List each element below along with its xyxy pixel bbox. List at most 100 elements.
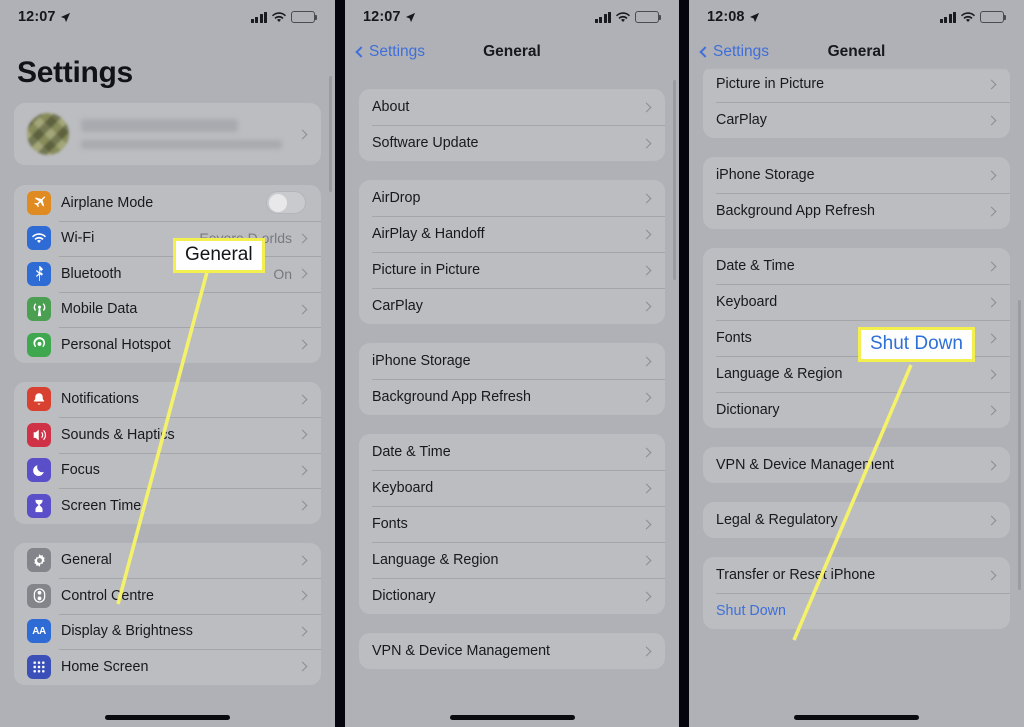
settings-row-background-app-refresh[interactable]: Background App Refresh	[703, 193, 1010, 229]
home-screen-icon	[27, 654, 51, 679]
chevron-right-icon	[986, 570, 997, 580]
chevron-right-icon	[641, 301, 652, 311]
settings-row-vpn-device-management[interactable]: VPN & Device Management	[703, 447, 1010, 483]
settings-row-dictionary[interactable]: Dictionary	[359, 578, 665, 614]
settings-row-airplane-mode[interactable]: Airplane Mode	[14, 185, 321, 221]
back-button[interactable]: Settings	[345, 43, 425, 61]
settings-row-legal-regulatory[interactable]: Legal & Regulatory	[703, 502, 1010, 538]
page-title: Settings	[17, 56, 133, 89]
settings-row-language-region[interactable]: Language & Region	[359, 542, 665, 578]
status-bar-time-group: 12:07	[18, 9, 71, 25]
settings-row-value: On	[273, 265, 292, 282]
callout-general: General	[173, 238, 265, 273]
settings-row-screen-time[interactable]: Screen Time	[14, 488, 321, 524]
settings-row-label: About	[372, 99, 410, 115]
settings-row-label: Fonts	[372, 516, 408, 532]
settings-group-locale: Date & Time Keyboard Fonts Language & Re…	[359, 434, 665, 614]
account-text-redacted	[81, 119, 299, 149]
chevron-right-icon	[641, 138, 652, 148]
settings-row-label: Shut Down	[716, 603, 786, 619]
settings-row-carplay[interactable]: CarPlay	[703, 102, 1010, 138]
settings-row-mobile-data[interactable]: Mobile Data	[14, 291, 321, 328]
status-bar-time-group: 12:08	[707, 9, 760, 25]
settings-row-dictionary[interactable]: Dictionary	[703, 392, 1010, 428]
settings-row-software-update[interactable]: Software Update	[359, 125, 665, 161]
settings-row-label: Screen Time	[61, 497, 142, 514]
settings-group-sharing: Picture in Picture CarPlay	[703, 66, 1010, 138]
settings-group-alerts: Notifications Sounds & Haptics Focus Scr…	[14, 381, 321, 524]
settings-row-label: Keyboard	[716, 294, 778, 310]
airplane-mode-toggle[interactable]	[266, 191, 306, 215]
settings-row-picture-in-picture[interactable]: Picture in Picture	[703, 66, 1010, 102]
speaker-icon	[27, 422, 51, 447]
chevron-right-icon	[986, 206, 997, 216]
chevron-right-icon	[641, 392, 652, 402]
settings-row-personal-hotspot[interactable]: Personal Hotspot	[14, 327, 321, 363]
display-brightness-icon: AA	[27, 619, 51, 644]
settings-group-vpn: VPN & Device Management	[359, 633, 665, 669]
status-bar: 12:08	[689, 0, 1024, 34]
settings-row-picture-in-picture[interactable]: Picture in Picture	[359, 252, 665, 288]
wifi-icon	[961, 11, 975, 22]
chevron-right-icon	[641, 229, 652, 239]
apple-account-card[interactable]	[14, 103, 321, 165]
chevron-right-icon	[641, 591, 652, 601]
chevron-right-icon	[641, 447, 652, 457]
settings-row-notifications[interactable]: Notifications	[14, 382, 321, 418]
settings-row-home-screen[interactable]: Home Screen	[14, 649, 321, 685]
chevron-right-icon	[986, 369, 997, 379]
settings-row-airplay-handoff[interactable]: AirPlay & Handoff	[359, 216, 665, 252]
wifi-icon	[616, 11, 630, 22]
settings-row-keyboard[interactable]: Keyboard	[359, 470, 665, 506]
settings-row-iphone-storage[interactable]: iPhone Storage	[359, 343, 665, 379]
settings-row-general[interactable]: General	[14, 543, 321, 579]
chevron-right-icon	[986, 115, 997, 125]
home-indicator	[0, 715, 335, 720]
settings-group-system: General Control Centre AA Display & Brig…	[14, 542, 321, 685]
nav-bar: Settings General	[689, 34, 1024, 70]
settings-row-label: Date & Time	[716, 258, 795, 274]
settings-group-about: About Software Update	[359, 89, 665, 161]
settings-row-airdrop[interactable]: AirDrop	[359, 180, 665, 216]
chevron-right-icon	[297, 339, 308, 350]
chevron-right-icon	[297, 555, 308, 566]
settings-row-display-brightness[interactable]: AA Display & Brightness	[14, 613, 321, 650]
settings-row-focus[interactable]: Focus	[14, 452, 321, 489]
scrollbar[interactable]	[673, 80, 676, 280]
settings-row-wifi[interactable]: Wi-Fi Eeyore D orlds	[14, 220, 321, 257]
settings-row-iphone-storage[interactable]: iPhone Storage	[703, 157, 1010, 193]
location-arrow-icon	[60, 12, 70, 22]
back-button-label: Settings	[713, 43, 770, 60]
settings-row-fonts[interactable]: Fonts	[359, 506, 665, 542]
settings-row-shut-down[interactable]: Shut Down	[703, 593, 1010, 629]
chevron-right-icon	[297, 304, 308, 315]
chevron-right-icon	[297, 661, 308, 672]
scrollbar[interactable]	[1018, 300, 1021, 590]
general-scroll-content: About Software Update AirDrop AirPlay & …	[345, 70, 679, 669]
callout-shut-down: Shut Down	[858, 327, 975, 362]
settings-row-carplay[interactable]: CarPlay	[359, 288, 665, 324]
phone-panel-general-top: 12:07 Settings General About Software Up…	[345, 0, 679, 727]
chevron-right-icon	[297, 233, 308, 244]
settings-row-vpn-device-management[interactable]: VPN & Device Management	[359, 633, 665, 669]
status-bar-time-group: 12:07	[363, 9, 416, 25]
settings-row-control-centre[interactable]: Control Centre	[14, 578, 321, 614]
airplane-icon	[27, 190, 51, 215]
settings-row-bluetooth[interactable]: Bluetooth On	[14, 256, 321, 292]
settings-row-label: Language & Region	[372, 552, 499, 568]
status-bar: 12:07	[345, 0, 679, 34]
settings-row-keyboard[interactable]: Keyboard	[703, 284, 1010, 320]
chevron-right-icon	[986, 515, 997, 525]
settings-row-transfer-or-reset-iphone[interactable]: Transfer or Reset iPhone	[703, 557, 1010, 593]
settings-row-about[interactable]: About	[359, 89, 665, 125]
back-button[interactable]: Settings	[689, 43, 769, 61]
settings-row-background-app-refresh[interactable]: Background App Refresh	[359, 379, 665, 415]
chevron-right-icon	[641, 193, 652, 203]
settings-row-label: Background App Refresh	[372, 389, 531, 405]
settings-row-sounds-haptics[interactable]: Sounds & Haptics	[14, 417, 321, 453]
scrollbar[interactable]	[329, 76, 332, 192]
settings-row-date-time[interactable]: Date & Time	[359, 434, 665, 470]
cellular-icon	[27, 297, 51, 322]
settings-row-date-time[interactable]: Date & Time	[703, 248, 1010, 284]
chevron-right-icon	[641, 102, 652, 112]
